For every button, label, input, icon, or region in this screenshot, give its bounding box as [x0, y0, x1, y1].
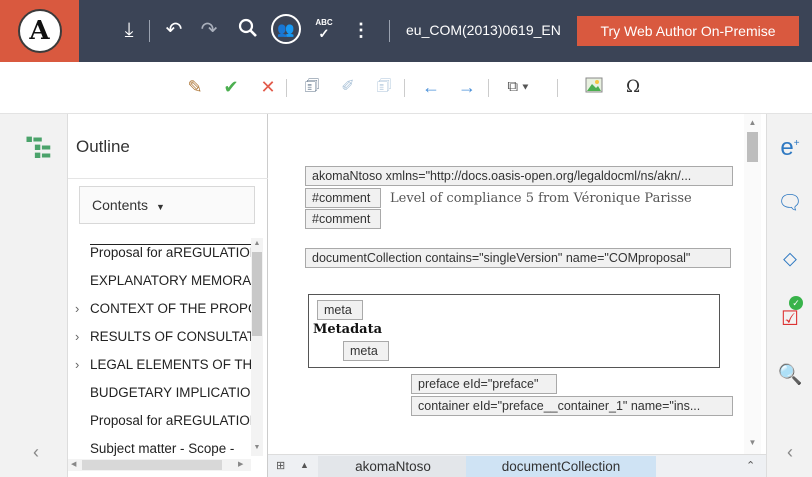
spellcheck-icon[interactable]: ABC ✓ — [311, 18, 337, 40]
tree-item[interactable]: › CONTEXT OF THE PROPOSAL — [68, 295, 253, 323]
toolbar-divider — [404, 79, 405, 97]
document-title: eu_COM(2013)0619_EN — [406, 22, 561, 38]
tree-item[interactable]: EXPLANATORY MEMORANDUM — [68, 267, 253, 295]
container-tag[interactable]: container eId="preface__container_1" nam… — [411, 396, 733, 416]
toolbar-divider — [557, 79, 558, 97]
toolbar-divider — [286, 79, 287, 97]
outline-panel: Outline Contents ▼ Proposal for aREGULAT… — [68, 114, 268, 477]
track-changes-icon[interactable]: ✎ — [184, 76, 206, 98]
web-author-app: A ⤓ ↶ ↷ 👥 ABC ✓ ⋮ eu_COM(2013)0619_EN Tr… — [0, 0, 812, 477]
left-side-rail: ▪▬ ▪▬ ▪▬ ‹ — [0, 114, 68, 477]
tree-item-label: CONTEXT OF THE PROPOSAL — [90, 301, 253, 316]
metadata-label: Metadata — [313, 322, 383, 337]
breadcrumb-item[interactable]: akomaNtoso — [318, 456, 468, 477]
meta-open-tag[interactable]: meta — [317, 300, 363, 320]
previous-icon[interactable]: ← — [420, 76, 442, 98]
comment-close-tag[interactable]: #comment — [305, 209, 381, 229]
scroll-right-icon[interactable]: ▶ — [238, 459, 243, 471]
tree-item[interactable]: BUDGETARY IMPLICATION — [68, 379, 253, 407]
try-on-premise-button[interactable]: Try Web Author On-Premise — [577, 16, 799, 46]
toolbar-divider — [149, 20, 150, 42]
meta-close-tag[interactable]: meta — [343, 341, 389, 361]
akomantoso-tag[interactable]: akomaNtoso xmlns="http://docs.oasis-open… — [305, 166, 733, 186]
tree-item[interactable]: Proposal for aREGULATION — [68, 239, 253, 267]
comment-text[interactable]: Level of compliance 5 from Véronique Par… — [390, 191, 692, 206]
tags-icon[interactable]: ⬦ — [777, 248, 803, 271]
check-badge-icon: ✓ — [789, 296, 803, 310]
breadcrumb: ⊞ ▲ akomaNtoso documentCollection ⌃ — [268, 454, 766, 477]
outline-vertical-scrollbar[interactable]: ▲ ▼ — [251, 238, 263, 456]
logo-letter: A — [17, 9, 62, 53]
scroll-up-icon[interactable]: ▲ — [744, 118, 761, 127]
scroll-down-icon[interactable]: ▼ — [744, 438, 761, 447]
paste-icon[interactable]: ⧉ ▾ — [500, 76, 536, 98]
editor-vertical-scrollbar[interactable]: ▲ ▼ — [744, 114, 761, 454]
expand-arrow-icon[interactable]: › — [75, 351, 79, 379]
tree-item-label: EXPLANATORY MEMORANDUM — [90, 273, 253, 288]
image-icon[interactable] — [583, 76, 605, 98]
validation-icon[interactable]: ☑ — [777, 306, 803, 331]
scroll-thumb[interactable] — [252, 252, 262, 336]
toolbar-divider — [488, 79, 489, 97]
xml-editor[interactable]: akomaNtoso xmlns="http://docs.oasis-open… — [268, 114, 766, 454]
contents-dropdown[interactable]: Contents ▼ — [79, 186, 255, 224]
outline-horizontal-scrollbar[interactable]: ◀ ▶ — [68, 459, 251, 471]
find-icon[interactable]: 🔍 — [777, 362, 803, 387]
add-comment-e-icon[interactable]: e+ — [777, 134, 803, 162]
chevron-down-icon: ▼ — [155, 202, 165, 212]
comment-open-tag[interactable]: #comment — [305, 188, 381, 208]
tree-item[interactable]: › LEGAL ELEMENTS OF THE PROPOSAL — [68, 351, 253, 379]
collapse-left-icon[interactable]: ‹ — [26, 442, 46, 463]
double-chevron-up-icon[interactable]: ⌃ — [746, 459, 755, 472]
scroll-thumb[interactable] — [747, 132, 758, 162]
breadcrumb-item-active[interactable]: documentCollection — [466, 456, 656, 477]
meta-element[interactable]: meta Metadata meta — [308, 294, 720, 368]
caret-up-icon[interactable]: ▲ — [300, 460, 309, 470]
special-char-icon[interactable]: Ω — [622, 76, 644, 98]
scroll-thumb[interactable] — [82, 460, 222, 470]
outline-icon[interactable]: ▪▬ ▪▬ ▪▬ — [25, 132, 50, 162]
reject-icon[interactable]: ✕ — [257, 76, 279, 98]
divider — [68, 178, 268, 179]
review-toolbar: ✎ ✔ ✕ 🗊 ✐ 🗊 ← → ⧉ ▾ Ω — [0, 62, 812, 114]
expand-arrow-icon[interactable]: › — [75, 323, 79, 351]
remove-comment-icon[interactable]: 🗊 — [373, 76, 395, 98]
outline-title: Outline — [76, 137, 130, 156]
tree-item-label: LEGAL ELEMENTS OF THE PROPOSAL — [90, 357, 253, 372]
tree-item-label: Proposal for aREGULATION — [90, 413, 253, 428]
structure-icon[interactable]: ⊞ — [276, 459, 285, 472]
collapse-right-icon[interactable]: ‹ — [780, 442, 800, 463]
document-collection-tag[interactable]: documentCollection contains="singleVersi… — [305, 248, 731, 268]
scroll-left-icon[interactable]: ◀ — [71, 459, 76, 471]
edit-comment-icon[interactable]: ✐ — [337, 76, 359, 98]
download-icon[interactable]: ⤓ — [118, 18, 140, 42]
scroll-up-icon[interactable]: ▲ — [251, 240, 263, 247]
people-icon[interactable]: 👥 — [271, 14, 301, 44]
search-icon[interactable] — [236, 18, 260, 44]
tree-item-label: RESULTS OF CONSULTATIONS — [90, 329, 253, 344]
tree-item-label: BUDGETARY IMPLICATION — [90, 385, 253, 400]
next-icon[interactable]: → — [456, 76, 478, 98]
logo[interactable]: A — [0, 0, 79, 62]
add-comment-icon[interactable]: 🗊 — [301, 76, 323, 98]
top-bar: A ⤓ ↶ ↷ 👥 ABC ✓ ⋮ eu_COM(2013)0619_EN Tr… — [0, 0, 812, 62]
accept-icon[interactable]: ✔ — [220, 76, 242, 98]
preface-tag[interactable]: preface eId="preface" — [411, 374, 557, 394]
toolbar-divider — [389, 20, 390, 42]
redo-icon[interactable]: ↷ — [198, 18, 220, 42]
right-side-rail: e+ 🗨 ⬦ ☑ ✓ 🔍 ‹ — [766, 114, 812, 477]
tree-item[interactable]: Proposal for aREGULATION — [68, 407, 253, 435]
undo-icon[interactable]: ↶ — [163, 18, 185, 42]
tree-item[interactable]: › RESULTS OF CONSULTATIONS — [68, 323, 253, 351]
contents-dropdown-label: Contents — [92, 197, 149, 213]
more-icon[interactable]: ⋮ — [352, 18, 370, 42]
scroll-down-icon[interactable]: ▼ — [251, 444, 263, 451]
tree-item-label: Proposal for aREGULATION — [90, 245, 253, 260]
expand-arrow-icon[interactable]: › — [75, 295, 79, 323]
comments-icon[interactable]: 🗨 — [777, 190, 803, 215]
